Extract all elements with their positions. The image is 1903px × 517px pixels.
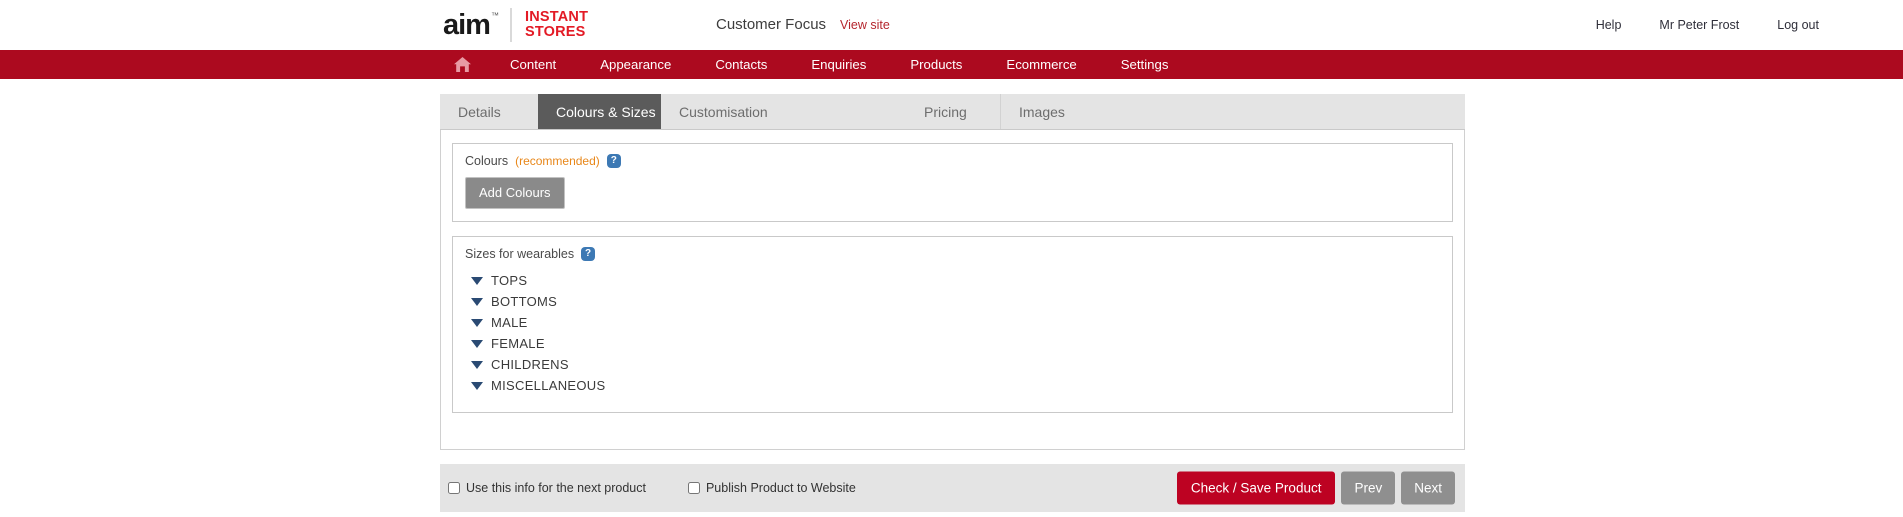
use-info-next-product-checkbox[interactable]: [448, 482, 460, 494]
chevron-down-icon: [471, 381, 483, 390]
instant-stores-line-2: STORES: [524, 24, 586, 40]
size-category-label: TOPS: [491, 273, 528, 288]
chevron-down-icon: [471, 297, 483, 306]
chevron-down-icon: [471, 318, 483, 327]
size-category-label: MISCELLANEOUS: [491, 378, 606, 393]
aim-logo-text: aim ™: [443, 8, 499, 41]
use-info-next-product-group[interactable]: Use this info for the next product: [448, 481, 646, 495]
tab-images[interactable]: Images: [1001, 94, 1231, 129]
chevron-down-icon: [471, 339, 483, 348]
colours-help-icon[interactable]: ?: [606, 154, 621, 168]
size-category-miscellaneous[interactable]: MISCELLANEOUS: [465, 375, 1440, 396]
use-info-next-product-label: Use this info for the next product: [466, 481, 646, 495]
log-out-link[interactable]: Log out: [1758, 18, 1903, 32]
tab-customisation[interactable]: Customisation: [661, 94, 906, 129]
size-category-tops[interactable]: TOPS: [465, 270, 1440, 291]
add-colours-button[interactable]: Add Colours: [465, 177, 565, 209]
aim-wordmark: aim: [443, 8, 491, 41]
sizes-section-title: Sizes for wearables: [465, 247, 575, 261]
colours-section-header: Colours (recommended) ?: [465, 154, 1440, 168]
product-editor-panel: Details Colours & Sizes Customisation Pr…: [440, 94, 1465, 450]
size-category-male[interactable]: MALE: [465, 312, 1440, 333]
nav-item-home[interactable]: [443, 56, 488, 73]
check-save-product-button[interactable]: Check / Save Product: [1176, 471, 1336, 505]
nav-item-settings[interactable]: Settings: [1099, 50, 1191, 79]
colours-section: Colours (recommended) ? Add Colours: [452, 143, 1453, 222]
view-site-link[interactable]: View site: [840, 18, 890, 32]
logo-divider: [509, 8, 512, 42]
action-buttons-group: Check / Save Product Prev Next: [1176, 471, 1455, 505]
sizes-section-header: Sizes for wearables ?: [465, 247, 1440, 261]
colours-recommended-label: (recommended): [515, 154, 600, 168]
publish-product-checkbox[interactable]: [687, 482, 700, 494]
size-category-label: CHILDRENS: [491, 357, 569, 372]
nav-item-enquiries[interactable]: Enquiries: [789, 50, 888, 79]
brand-logo[interactable]: aim ™ INSTANT STORES: [443, 4, 588, 46]
nav-item-ecommerce[interactable]: Ecommerce: [984, 50, 1098, 79]
product-tab-bar: Details Colours & Sizes Customisation Pr…: [440, 94, 1465, 130]
publish-product-group[interactable]: Publish Product to Website: [687, 481, 856, 495]
prev-button[interactable]: Prev: [1341, 471, 1396, 505]
user-account-link[interactable]: Mr Peter Frost: [1640, 18, 1758, 32]
nav-item-contacts[interactable]: Contacts: [693, 50, 789, 79]
colours-section-title: Colours: [465, 154, 509, 168]
chevron-down-icon: [471, 276, 483, 285]
size-category-childrens[interactable]: CHILDRENS: [465, 354, 1440, 375]
help-link[interactable]: Help: [1577, 18, 1641, 32]
site-identity-group: Customer Focus View site: [716, 16, 890, 33]
header-account-nav: Help Mr Peter Frost Log out: [1577, 18, 1903, 32]
size-category-label: MALE: [491, 315, 528, 330]
sizes-section: Sizes for wearables ? TOPS BOTTOMS MALE: [452, 236, 1453, 413]
home-icon: [453, 56, 472, 73]
site-name-label: Customer Focus: [716, 16, 827, 33]
nav-item-content[interactable]: Content: [488, 50, 578, 79]
publish-product-label: Publish Product to Website: [705, 481, 856, 495]
main-navigation-bar: Content Appearance Contacts Enquiries Pr…: [0, 50, 1903, 79]
tab-pricing[interactable]: Pricing: [906, 94, 1001, 129]
nav-item-appearance[interactable]: Appearance: [578, 50, 693, 79]
trademark-symbol: ™: [490, 10, 499, 20]
instant-stores-line-1: INSTANT: [524, 9, 589, 25]
chevron-down-icon: [471, 360, 483, 369]
next-button[interactable]: Next: [1401, 471, 1455, 505]
page-body: Details Colours & Sizes Customisation Pr…: [0, 79, 1903, 512]
tab-colours-and-sizes[interactable]: Colours & Sizes: [538, 94, 661, 129]
sizes-help-icon[interactable]: ?: [581, 247, 596, 261]
top-header: aim ™ INSTANT STORES Customer Focus View …: [0, 0, 1903, 50]
size-category-female[interactable]: FEMALE: [465, 333, 1440, 354]
size-category-label: FEMALE: [491, 336, 545, 351]
size-category-label: BOTTOMS: [491, 294, 558, 309]
nav-item-products[interactable]: Products: [888, 50, 984, 79]
action-bar: Use this info for the next product Publi…: [440, 464, 1465, 512]
instant-stores-wordmark: INSTANT STORES: [525, 10, 588, 40]
tab-content-panel: Colours (recommended) ? Add Colours Size…: [440, 130, 1465, 450]
tab-details[interactable]: Details: [440, 94, 538, 129]
size-category-bottoms[interactable]: BOTTOMS: [465, 291, 1440, 312]
